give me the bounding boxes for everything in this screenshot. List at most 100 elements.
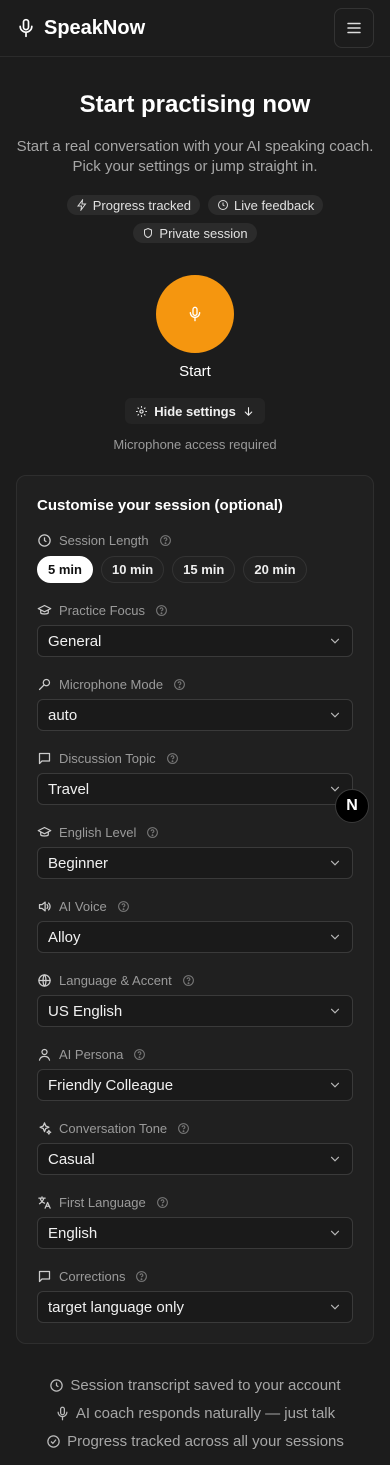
- session-length-options: 5 min 10 min 15 min 20 min: [37, 556, 353, 583]
- help-icon[interactable]: [155, 604, 168, 617]
- help-icon[interactable]: [156, 1196, 169, 1209]
- language-accent-field: Language & Accent US English: [37, 972, 353, 1027]
- chip-feedback: Live feedback: [208, 195, 324, 215]
- chevron-down-icon: [328, 708, 342, 722]
- first-language-select[interactable]: English: [37, 1217, 353, 1249]
- english-level-field: English Level Beginner: [37, 824, 353, 879]
- brand-name: SpeakNow: [44, 16, 146, 39]
- select-value: Beginner: [48, 854, 109, 872]
- chip-private: Private session: [133, 223, 257, 243]
- note-text: AI coach responds naturally — just talk: [75, 1404, 336, 1422]
- bolt-icon: [76, 199, 88, 211]
- hero: Start practising now Start a real conver…: [0, 57, 390, 243]
- chip-progress: Progress tracked: [66, 195, 201, 215]
- microphone-icon: [16, 18, 36, 38]
- note-progress: Progress tracked across all your session…: [0, 1427, 390, 1455]
- corrections-field: Corrections target language only: [37, 1268, 353, 1323]
- chevron-down-icon: [328, 634, 342, 648]
- dev-badge[interactable]: N: [335, 789, 369, 823]
- field-label: AI Voice: [59, 898, 107, 914]
- practice-focus-select[interactable]: General: [37, 625, 353, 657]
- chip-label: Progress tracked: [92, 197, 192, 213]
- first-language-field: First Language English: [37, 1194, 353, 1249]
- hide-settings-label: Hide settings: [154, 403, 236, 419]
- length-option-20[interactable]: 20 min: [243, 556, 307, 583]
- ai-voice-select[interactable]: Alloy: [37, 921, 353, 953]
- language-accent-select[interactable]: US English: [37, 995, 353, 1027]
- sparkles-icon: [37, 1121, 52, 1136]
- help-icon[interactable]: [182, 974, 195, 987]
- ai-persona-select[interactable]: Friendly Colleague: [37, 1069, 353, 1101]
- conversation-tone-select[interactable]: Casual: [37, 1143, 353, 1175]
- field-label: Practice Focus: [59, 602, 145, 618]
- chevron-down-icon: [328, 856, 342, 870]
- note-text: Session transcript saved to your account: [70, 1376, 341, 1394]
- length-option-5[interactable]: 5 min: [37, 556, 93, 583]
- page-title: Start practising now: [79, 91, 311, 118]
- field-label: Corrections: [59, 1268, 126, 1284]
- feature-chips: Progress tracked Live feedback Private s…: [45, 195, 345, 243]
- footer-notes: Session transcript saved to your account…: [0, 1371, 390, 1455]
- length-option-15[interactable]: 15 min: [172, 556, 236, 583]
- check-circle-icon: [46, 1434, 61, 1449]
- select-value: Casual: [48, 1150, 95, 1168]
- ai-persona-field: AI Persona Friendly Colleague: [37, 1046, 353, 1101]
- select-value: Friendly Colleague: [48, 1076, 174, 1094]
- microphone-mode-select[interactable]: auto: [37, 699, 353, 731]
- chip-label: Private session: [159, 225, 248, 241]
- microphone-icon: [187, 306, 203, 322]
- corrections-select[interactable]: target language only: [37, 1291, 353, 1323]
- chevron-down-icon: [328, 1226, 342, 1240]
- hide-settings-button[interactable]: Hide settings: [125, 398, 265, 424]
- field-label: Microphone Mode: [59, 676, 164, 692]
- select-value: auto: [48, 706, 78, 724]
- help-icon[interactable]: [146, 826, 159, 839]
- help-icon[interactable]: [117, 900, 130, 913]
- select-value: US English: [48, 1002, 123, 1020]
- shield-icon: [142, 227, 154, 239]
- english-level-select[interactable]: Beginner: [37, 847, 353, 879]
- mic-access-note: Microphone access required: [113, 437, 277, 452]
- brand[interactable]: SpeakNow: [16, 17, 145, 40]
- start-label: Start: [179, 363, 211, 380]
- graduation-cap-icon: [37, 825, 52, 840]
- microphone-icon: [55, 1406, 70, 1421]
- field-label: Language & Accent: [59, 972, 172, 988]
- chevron-down-icon: [328, 1300, 342, 1314]
- practice-focus-field: Practice Focus General: [37, 602, 353, 657]
- help-icon[interactable]: [135, 1270, 148, 1283]
- chevron-down-icon: [328, 1078, 342, 1092]
- chevron-down-icon: [328, 930, 342, 944]
- help-icon[interactable]: [177, 1122, 190, 1135]
- clock-icon: [217, 199, 229, 211]
- help-icon[interactable]: [166, 752, 179, 765]
- select-value: target language only: [48, 1298, 184, 1316]
- note-coach: AI coach responds naturally — just talk: [0, 1399, 390, 1427]
- length-option-10[interactable]: 10 min: [100, 556, 165, 583]
- menu-button[interactable]: [334, 8, 374, 48]
- start-mic-button[interactable]: [156, 275, 234, 353]
- message-icon: [37, 751, 52, 766]
- microphone-mode-field: Microphone Mode auto: [37, 676, 353, 731]
- message-icon: [37, 1269, 52, 1284]
- field-label: Conversation Tone: [59, 1120, 168, 1136]
- help-icon[interactable]: [159, 534, 172, 547]
- mic-pen-icon: [37, 677, 52, 692]
- chip-label: Live feedback: [234, 197, 315, 213]
- translate-icon: [37, 1195, 52, 1210]
- select-value: English: [48, 1224, 98, 1242]
- clock-icon: [37, 533, 52, 548]
- discussion-topic-select[interactable]: Travel: [37, 773, 353, 805]
- speaker-icon: [37, 899, 52, 914]
- app-header: SpeakNow: [0, 0, 390, 57]
- clock-icon: [49, 1378, 64, 1393]
- field-label: Discussion Topic: [59, 750, 156, 766]
- select-value: Alloy: [48, 928, 81, 946]
- help-icon[interactable]: [173, 678, 186, 691]
- help-icon[interactable]: [133, 1048, 146, 1061]
- field-label: AI Persona: [59, 1046, 124, 1062]
- chevron-down-icon: [328, 1152, 342, 1166]
- note-text: Progress tracked across all your session…: [67, 1432, 344, 1450]
- user-icon: [37, 1047, 52, 1062]
- chevron-down-icon: [328, 1004, 342, 1018]
